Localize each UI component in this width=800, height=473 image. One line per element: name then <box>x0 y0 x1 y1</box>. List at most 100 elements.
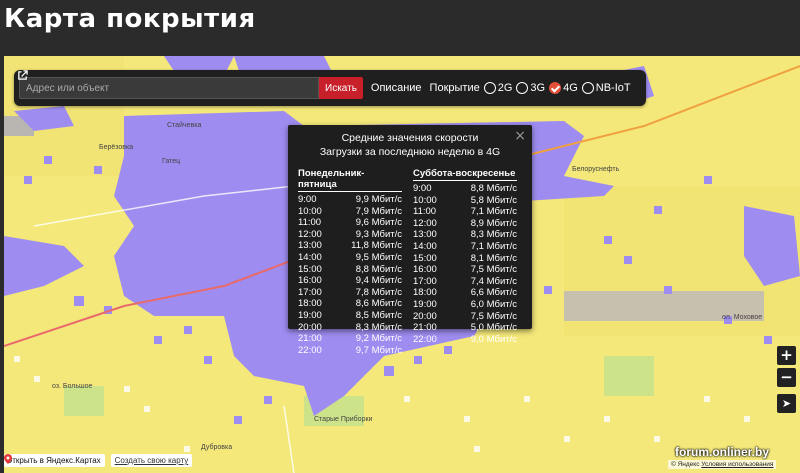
speed-popup: × Средние значения скорости Загрузки за … <box>288 125 532 356</box>
speed-time: 12:00 <box>413 217 437 229</box>
coverage-option-nb-iot[interactable]: NB-IoT <box>581 82 631 94</box>
locate-button[interactable]: ➤ <box>777 394 796 413</box>
speed-time: 14:00 <box>413 240 437 252</box>
coverage-option-4g[interactable]: 4G <box>549 82 578 94</box>
map-label-starye-priborki: Старые Приборки <box>314 416 373 423</box>
speed-row: 14:00 9,5 Мбит/с <box>298 252 402 264</box>
speed-row: 19:00 8,5 Мбит/с <box>298 310 402 322</box>
speed-value: 9,2 Мбит/с <box>355 333 402 345</box>
speed-row: 16:00 9,4 Мбит/с <box>298 275 402 287</box>
coverage-option-label: 2G <box>497 82 513 94</box>
zoom-in-button[interactable]: + <box>777 346 796 365</box>
speed-row: 16:00 7,5 Мбит/с <box>413 264 517 276</box>
speed-row: 20:00 8,3 Мбит/с <box>298 322 402 334</box>
speed-value: 8,3 Мбит/с <box>355 321 402 333</box>
speed-time: 10:00 <box>413 194 437 206</box>
map-label-gatsa: Гатец <box>162 158 181 165</box>
speed-value: 9,4 Мбит/с <box>355 275 402 287</box>
open-in-yandex-button[interactable]: Открыть в Яндекс.Картах <box>4 454 105 467</box>
speed-time: 19:00 <box>413 298 437 310</box>
map-label-berezovka: Берёзовка <box>99 144 134 151</box>
map-toolbar: Искать Описание Покрытие 2G 3G 4G NB-IoT <box>14 70 646 106</box>
open-in-yandex-label: Открыть в Яндекс.Картах <box>6 456 101 465</box>
yandex-copyright: © Яндекс Условия использования <box>668 460 777 469</box>
address-search-input[interactable] <box>19 77 319 99</box>
speed-row: 19:00 6,0 Мбит/с <box>413 299 517 311</box>
create-map-link[interactable]: Создать свою карту <box>110 454 193 467</box>
speed-time: 16:00 <box>298 275 322 287</box>
weekday-column: Понедельник-пятница 9:00 9,9 Мбит/с 10:00 7… <box>298 168 402 356</box>
popup-title: Средние значения скорости Загрузки за по… <box>288 131 532 159</box>
description-label: Описание <box>370 82 422 94</box>
coverage-option-label: 4G <box>563 82 578 94</box>
speed-row: 11:00 9,6 Мбит/с <box>298 217 402 229</box>
speed-value: 8,5 Мбит/с <box>355 309 402 321</box>
speed-row: 21:00 5,0 Мбит/с <box>413 322 517 334</box>
speed-value: 9,6 Мбит/с <box>355 217 402 229</box>
speed-value: 5,8 Мбит/с <box>470 194 517 206</box>
speed-value: 9,5 Мбит/с <box>355 251 402 263</box>
speed-row: 12:00 8,9 Мбит/с <box>413 218 517 230</box>
speed-time: 17:00 <box>413 275 437 287</box>
speed-row: 9:00 8,8 Мбит/с <box>413 183 517 195</box>
radio-icon <box>483 82 496 94</box>
speed-row: 9:00 9,9 Мбит/с <box>298 194 402 206</box>
page-header: Карта покрытия <box>0 0 800 56</box>
popup-title-line1: Средние значения скорости <box>341 132 479 144</box>
speed-time: 11:00 <box>413 206 437 218</box>
speed-time: 9:00 <box>298 194 317 205</box>
map-label-dubrovka: Дубровка <box>201 444 233 451</box>
map-label-staichevka: Стайчевка <box>167 122 202 129</box>
speed-time: 18:00 <box>298 298 322 310</box>
speed-row: 18:00 8,6 Мбит/с <box>298 298 402 310</box>
coverage-option-label: 3G <box>530 82 546 94</box>
speed-time: 15:00 <box>413 252 437 264</box>
radio-icon <box>516 82 529 94</box>
zoom-out-button[interactable]: − <box>777 368 796 387</box>
page-title: Карта покрытия <box>4 4 256 34</box>
external-link-icon <box>18 70 28 80</box>
speed-time: 21:00 <box>413 322 437 334</box>
description-link[interactable]: Описание <box>18 70 422 94</box>
speed-time: 20:00 <box>298 321 322 333</box>
speed-row: 22:00 9,7 Мбит/с <box>298 345 402 357</box>
speed-value: 5,0 Мбит/с <box>470 322 517 334</box>
weekend-header: Суббота-воскресенье <box>413 168 517 181</box>
checked-radio-icon <box>549 82 562 94</box>
speed-value: 9,3 Мбит/с <box>355 228 402 240</box>
speed-value: 6,6 Мбит/с <box>470 287 517 299</box>
speed-row: 17:00 7,4 Мбит/с <box>413 276 517 288</box>
speed-time: 15:00 <box>298 263 322 275</box>
forum-watermark: forum.onliner.by <box>675 445 770 459</box>
map-label-ol-bolshoe: оз. Большое <box>52 383 93 390</box>
speed-value: 8,8 Мбит/с <box>355 263 402 275</box>
speed-value: 9,9 Мбит/с <box>355 194 402 205</box>
speed-time: 13:00 <box>298 240 322 252</box>
speed-row: 14:00 7,1 Мбит/с <box>413 241 517 253</box>
popup-title-line2: Загрузки за последнюю неделю в 4G <box>319 146 501 158</box>
speed-value: 9,7 Мбит/с <box>355 344 402 356</box>
speed-time: 17:00 <box>298 286 322 298</box>
coverage-option-2g[interactable]: 2G <box>483 82 513 94</box>
speed-time: 10:00 <box>298 205 322 217</box>
speed-time: 21:00 <box>298 333 322 345</box>
speed-row: 13:00 8,3 Мбит/с <box>413 229 517 241</box>
speed-row: 22:00 9,0 Мбит/с <box>413 334 517 346</box>
coverage-option-3g[interactable]: 3G <box>516 82 545 94</box>
speed-row: 10:00 7,9 Мбит/с <box>298 206 402 218</box>
coverage-label: Покрытие <box>429 82 480 94</box>
terms-link[interactable]: Условия использования <box>701 461 773 468</box>
coverage-map[interactable]: Стайчевка Берёзовка Гатец Белоруснефть о… <box>4 56 800 473</box>
weekday-header: Понедельник-пятница <box>298 168 402 192</box>
weekend-column: Суббота-воскресенье 9:00 8,8 Мбит/с 10:00 5… <box>413 168 517 345</box>
speed-row: 11:00 7,1 Мбит/с <box>413 206 517 218</box>
speed-row: 20:00 7,5 Мбит/с <box>413 311 517 323</box>
search-button[interactable]: Искать <box>319 77 363 99</box>
speed-value: 7,5 Мбит/с <box>470 264 517 276</box>
speed-value: 7,8 Мбит/с <box>355 286 402 298</box>
copyright-prefix: © Яндекс <box>671 461 700 468</box>
speed-value: 8,1 Мбит/с <box>470 252 517 264</box>
speed-value: 9,0 Мбит/с <box>470 333 517 345</box>
speed-value: 7,5 Мбит/с <box>470 310 517 322</box>
speed-time: 13:00 <box>413 229 437 241</box>
